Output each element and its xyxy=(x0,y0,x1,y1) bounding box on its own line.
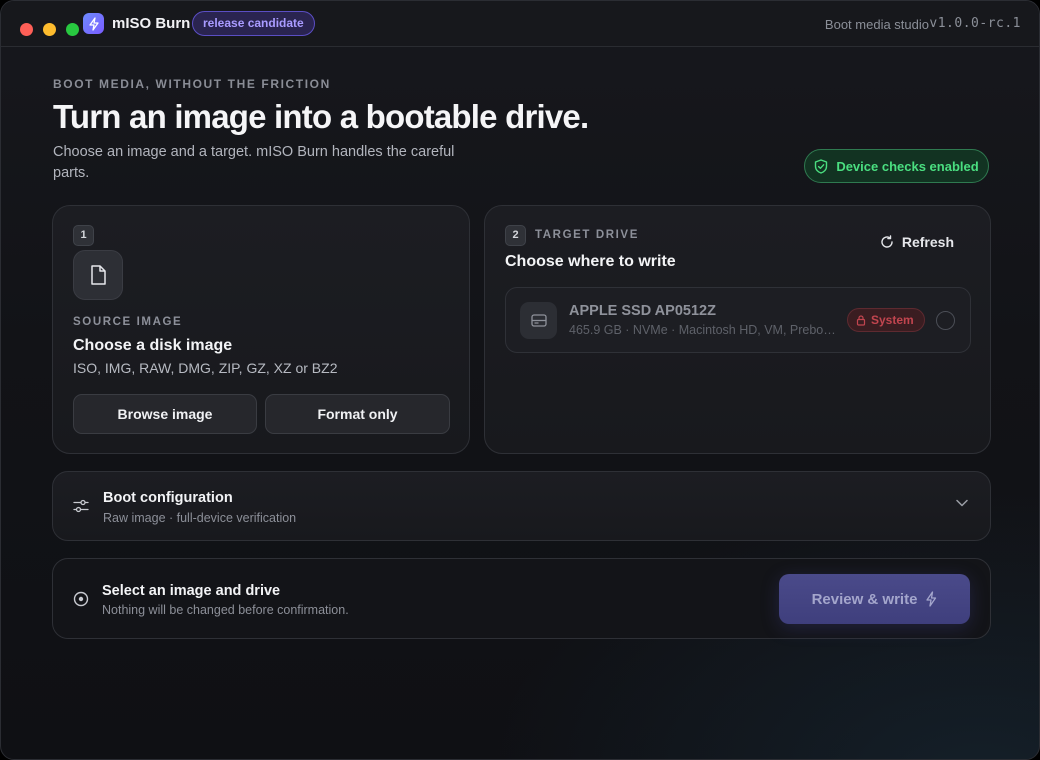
boot-config-subtitle: Raw image · full-device verification xyxy=(103,511,297,525)
system-badge-label: System xyxy=(871,313,914,327)
zoom-window-button[interactable] xyxy=(66,23,79,36)
version-label: v1.0.0-rc.1 xyxy=(929,16,1021,31)
chevron-down-icon[interactable] xyxy=(956,499,968,507)
drive-icon xyxy=(520,302,557,339)
device-checks-label: Device checks enabled xyxy=(836,158,979,174)
status-panel: Select an image and drive Nothing will b… xyxy=(52,558,991,639)
refresh-label: Refresh xyxy=(901,234,954,250)
lightning-icon xyxy=(926,591,937,607)
system-badge: System xyxy=(847,308,925,332)
target-drive-card: 2 TARGET DRIVE Choose where to write Ref… xyxy=(484,205,991,454)
device-checks-badge: Device checks enabled xyxy=(804,149,989,183)
drive-select-radio[interactable] xyxy=(936,311,955,330)
drive-list-item[interactable]: APPLE SSD AP0512Z 465.9 GB · NVMe · Maci… xyxy=(505,287,971,353)
refresh-icon xyxy=(881,235,893,248)
drive-meta: 465.9 GB · NVMe · Macintosh HD, VM, Preb… xyxy=(569,323,837,337)
studio-label: Boot media studio xyxy=(824,17,929,32)
source-title: Choose a disk image xyxy=(73,337,233,354)
browse-image-button[interactable]: Browse image xyxy=(73,394,257,434)
release-badge: release candidate xyxy=(192,11,315,36)
status-subtitle: Nothing will be changed before confirmat… xyxy=(102,603,349,617)
drive-name: APPLE SSD AP0512Z xyxy=(569,303,716,319)
boot-configuration-panel[interactable]: Boot configuration Raw image · full-devi… xyxy=(52,471,991,541)
step-number: 1 xyxy=(73,225,94,246)
status-title: Select an image and drive xyxy=(102,583,281,599)
boot-config-title: Boot configuration xyxy=(103,490,233,506)
review-write-button[interactable]: Review & write xyxy=(779,574,970,624)
minimize-window-button[interactable] xyxy=(43,23,56,36)
shield-check-icon xyxy=(815,158,828,174)
app-window: mISO Burn release candidate Boot media s… xyxy=(0,0,1040,760)
eyebrow: BOOT MEDIA, WITHOUT THE FRICTION xyxy=(53,77,331,91)
sliders-icon xyxy=(73,499,89,513)
lightning-icon xyxy=(83,13,104,34)
target-caps-label: TARGET DRIVE xyxy=(535,229,639,241)
page-subtitle: Choose an image and a target. mISO Burn … xyxy=(53,144,455,181)
supported-formats: ISO, IMG, RAW, DMG, ZIP, GZ, XZ or BZ2 xyxy=(73,360,338,376)
source-caps-label: SOURCE IMAGE xyxy=(73,316,183,328)
format-only-button[interactable]: Format only xyxy=(265,394,450,434)
review-write-label: Review & write xyxy=(811,590,918,608)
file-icon xyxy=(73,250,123,300)
step-number: 2 xyxy=(505,225,526,246)
app-name: mISO Burn xyxy=(112,15,191,32)
refresh-button[interactable]: Refresh xyxy=(880,234,954,250)
close-window-button[interactable] xyxy=(20,23,33,36)
source-image-card: 1 SOURCE IMAGE Choose a disk image ISO, … xyxy=(52,205,470,454)
page-title: Turn an image into a bootable drive. xyxy=(53,98,589,135)
target-icon xyxy=(73,591,89,607)
target-title: Choose where to write xyxy=(505,253,676,270)
titlebar: mISO Burn release candidate Boot media s… xyxy=(1,1,1039,47)
lock-icon xyxy=(856,314,866,326)
